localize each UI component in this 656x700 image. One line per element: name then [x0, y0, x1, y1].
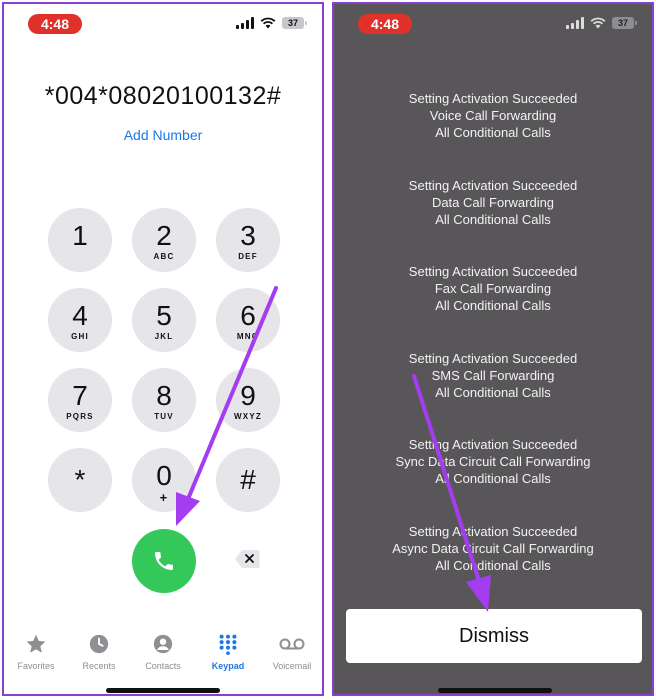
- key-0[interactable]: 0 +: [132, 448, 196, 512]
- key-7[interactable]: 7 PQRS: [48, 368, 112, 432]
- result-message: Setting Activation Succeeded Sync Data C…: [395, 437, 591, 486]
- status-bar: 4:48 37: [4, 12, 322, 36]
- key-2[interactable]: 2 ABC: [132, 208, 196, 272]
- key-6[interactable]: 6 MNO: [216, 288, 280, 352]
- dialed-number: *004*08020100132#: [44, 82, 282, 110]
- status-time: 4:48: [358, 14, 412, 34]
- wifi-icon: [590, 17, 606, 29]
- status-time: 4:48: [28, 14, 82, 34]
- dismiss-button[interactable]: Dismiss: [346, 609, 642, 663]
- key-star[interactable]: *: [48, 448, 112, 512]
- tab-bar: Favorites Recents Contacts Keypad Voicem…: [4, 632, 322, 676]
- result-message: Setting Activation Succeeded SMS Call Fo…: [408, 351, 578, 400]
- tab-keypad[interactable]: Keypad: [198, 632, 258, 671]
- tab-voicemail[interactable]: Voicemail: [262, 632, 322, 671]
- battery-icon: 37: [612, 17, 637, 29]
- battery-icon: 37: [282, 17, 307, 29]
- result-message: Setting Activation Succeeded Data Call F…: [408, 178, 578, 227]
- keypad-screen: 4:48 37 *004*08020100132# Add Number 1 2…: [2, 2, 324, 696]
- key-4[interactable]: 4 GHI: [48, 288, 112, 352]
- forwarding-result-screen: 4:48 37 Setting Activation Succeeded Voi…: [332, 2, 654, 696]
- clock-icon: [89, 634, 109, 654]
- phone-icon: [155, 552, 173, 570]
- key-3[interactable]: 3 DEF: [216, 208, 280, 272]
- key-1[interactable]: 1: [48, 208, 112, 272]
- tab-contacts[interactable]: Contacts: [133, 632, 193, 671]
- key-8[interactable]: 8 TUV: [132, 368, 196, 432]
- key-hash[interactable]: #: [216, 448, 280, 512]
- result-message: Setting Activation Succeeded Async Data …: [392, 524, 594, 573]
- backspace-icon[interactable]: [234, 549, 260, 569]
- home-indicator: [438, 688, 552, 693]
- cellular-signal-icon: [566, 17, 584, 29]
- result-message: Setting Activation Succeeded Voice Call …: [408, 91, 578, 140]
- tab-recents[interactable]: Recents: [69, 632, 129, 671]
- key-9[interactable]: 9 WXYZ: [216, 368, 280, 432]
- voicemail-icon: [279, 638, 305, 650]
- star-icon: [26, 634, 46, 653]
- add-number-link[interactable]: Add Number: [4, 127, 322, 143]
- result-message: Setting Activation Succeeded Fax Call Fo…: [408, 264, 578, 313]
- tab-favorites[interactable]: Favorites: [6, 632, 66, 671]
- cellular-signal-icon: [236, 17, 254, 29]
- person-icon: [153, 634, 173, 654]
- key-5[interactable]: 5 JKL: [132, 288, 196, 352]
- call-button[interactable]: [132, 529, 196, 593]
- wifi-icon: [260, 17, 276, 29]
- status-bar: 4:48 37: [334, 12, 652, 36]
- home-indicator: [106, 688, 220, 693]
- keypad-icon: [219, 634, 237, 655]
